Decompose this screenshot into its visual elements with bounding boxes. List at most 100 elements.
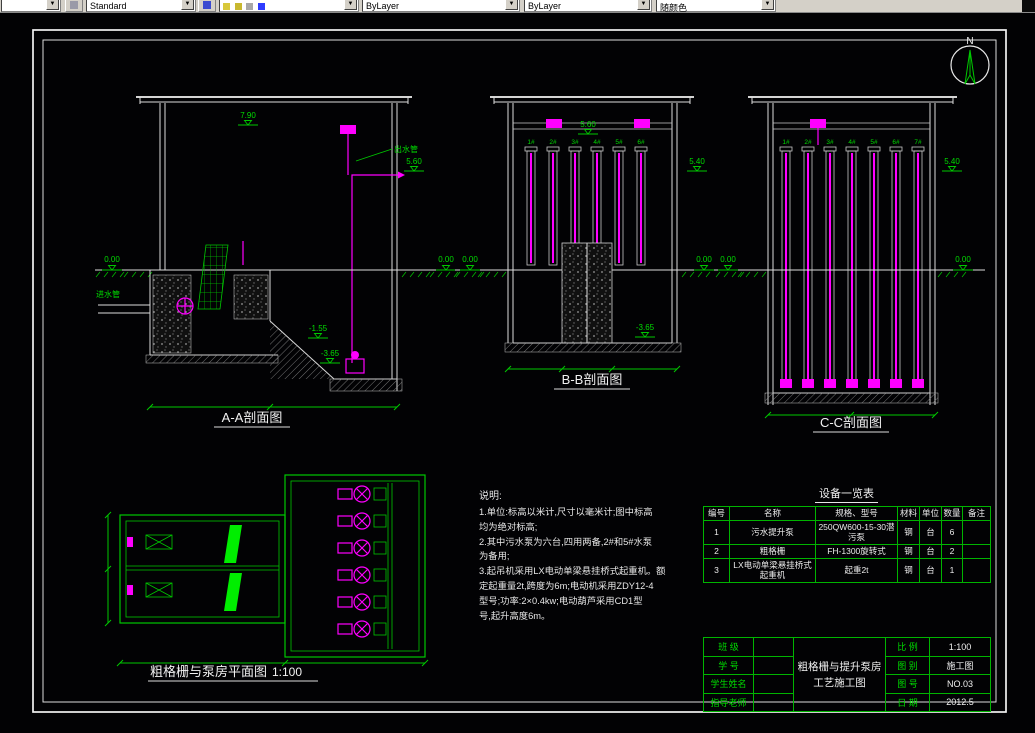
cc-tube[interactable]: 2# xyxy=(801,139,815,388)
drawing-title: 粗格栅与提升泵房 工艺施工图 xyxy=(793,637,886,712)
equip-cell: 钢 xyxy=(897,543,920,559)
pump-plan[interactable] xyxy=(337,512,387,530)
note-line: 号,起升高度6m。 xyxy=(479,610,551,621)
cc-tube[interactable]: 7# xyxy=(911,139,925,388)
chevron-down-icon: ▼ xyxy=(505,0,518,10)
toolbar-icon-button[interactable] xyxy=(65,0,83,12)
bb-tube[interactable]: 5# xyxy=(612,139,626,266)
bb-tube[interactable]: 6# xyxy=(634,139,648,266)
pump-section xyxy=(345,358,365,374)
tube-number: 2# xyxy=(804,139,812,146)
color-combo[interactable]: ByLayer ▼ xyxy=(362,0,520,12)
equip-cell: 起重2t xyxy=(815,557,898,583)
equipment-table-block: 设备一览表 编号 名称 规格、型号 材料 单位 数量 备注 1 污水提升泵 25… xyxy=(703,484,991,583)
title-block-label: 比 例 xyxy=(885,637,930,657)
outlet-pipe-label: 出水管 xyxy=(394,144,418,154)
equip-cell: 1 xyxy=(941,557,963,583)
title-block-label: 日 期 xyxy=(885,692,930,712)
cc-tube[interactable]: 6# xyxy=(889,139,903,388)
style-combo-value: Standard xyxy=(90,1,127,11)
bar-screen xyxy=(224,573,242,611)
signature-cell xyxy=(753,674,794,694)
pump-plan[interactable] xyxy=(337,485,387,503)
equip-cell: 台 xyxy=(919,557,942,583)
drawing-title-line1: 粗格栅与提升泵房 xyxy=(797,660,882,673)
note-line: 1.单位:标高以米计,尺寸以毫米计;图中标高 xyxy=(479,507,653,517)
elevation-label: 5.40 xyxy=(689,157,705,166)
toolbar-icon-button[interactable] xyxy=(198,0,216,12)
elevation-label: 0.00 xyxy=(462,255,478,264)
equip-cell xyxy=(962,519,991,545)
equipment-table-title: 设备一览表 xyxy=(703,484,990,503)
title-block-label: 学 号 xyxy=(703,655,754,675)
layer-combo[interactable]: ▼ xyxy=(219,0,359,12)
linetype-combo[interactable]: ByLayer ▼ xyxy=(524,0,652,12)
pump-plan[interactable] xyxy=(337,593,387,611)
note-line: 型号;功率:2×0.4kw;电动葫芦采用CD1型 xyxy=(479,595,643,606)
equip-cell xyxy=(962,543,991,559)
tube-number: 6# xyxy=(637,139,645,146)
bb-tube[interactable]: 1# xyxy=(524,139,538,266)
bar-screen xyxy=(224,525,242,563)
tube-number: 1# xyxy=(782,139,790,146)
cad-canvas[interactable]: 出水管 5.60 7.90 0.00 0.00 进水管 -1.55 -3.65 … xyxy=(0,13,1035,733)
equip-cell: 1 xyxy=(703,519,730,545)
equip-cell: 6 xyxy=(941,519,963,545)
pump-plan[interactable] xyxy=(337,566,387,584)
equip-header: 材料 xyxy=(897,506,920,521)
equip-cell: 钢 xyxy=(897,557,920,583)
elevation-label: 0.00 xyxy=(696,255,712,264)
plan-scale: 1:100 xyxy=(272,665,302,679)
cc-tube[interactable]: 3# xyxy=(823,139,837,388)
elevation-label: 7.90 xyxy=(240,111,256,120)
title-block-label: 图 号 xyxy=(885,674,930,694)
equip-header: 编号 xyxy=(703,506,730,521)
cc-tube[interactable]: 4# xyxy=(845,139,859,388)
cc-tube[interactable]: 5# xyxy=(867,139,881,388)
tube-number: 3# xyxy=(571,139,579,146)
section-aa-drawing[interactable]: 出水管 5.60 7.90 0.00 0.00 进水管 -1.55 -3.65 … xyxy=(95,96,468,428)
chevron-down-icon: ▼ xyxy=(181,0,194,10)
tube-number: 6# xyxy=(892,139,900,146)
title-block: 班 级 粗格栅与提升泵房 工艺施工图 比 例 1:100 学 号 图 别 施工图… xyxy=(703,637,991,712)
notes-title: 说明: xyxy=(479,491,502,502)
bb-tube[interactable]: 2# xyxy=(546,139,560,266)
equip-cell: FH-1300旋转式 xyxy=(815,543,898,559)
chevron-down-icon: ▼ xyxy=(344,0,357,10)
equip-cell: 钢 xyxy=(897,519,920,545)
equip-header: 单位 xyxy=(919,506,942,521)
plan-view-drawing[interactable]: 粗格栅与泵房平面图 1:100 xyxy=(104,474,429,682)
pump-plan[interactable] xyxy=(337,620,387,638)
title-block-value: 2012.5 xyxy=(929,692,991,712)
north-arrow[interactable]: N xyxy=(950,36,990,85)
equip-header: 备注 xyxy=(962,506,991,521)
equip-header: 名称 xyxy=(729,506,816,521)
pump-plan[interactable] xyxy=(337,539,387,557)
chevron-down-icon: ▼ xyxy=(637,0,650,10)
cc-tube[interactable]: 1# xyxy=(779,139,793,388)
lineweight-combo[interactable]: 随颜色 ▼ xyxy=(656,0,776,12)
elevation-label: 0.00 xyxy=(720,255,736,264)
section-bb-drawing[interactable]: 5.60 5.40 1# 2# 3# 4# 5# 6# 0.00 0.00 -3… xyxy=(455,96,722,390)
equip-cell: 粗格栅 xyxy=(729,543,816,559)
text-style-combo[interactable]: Standard ▼ xyxy=(86,0,196,12)
elevation-label: 0.00 xyxy=(955,255,971,264)
equipment-table: 编号 名称 规格、型号 材料 单位 数量 备注 1 污水提升泵 250QW600… xyxy=(703,506,991,583)
section-cc-drawing[interactable]: 5.40 1# 2# 3# 4# 5# 6# 7# 0.00 0.00 C-C剖… xyxy=(715,96,985,433)
section-cc-label: C-C剖面图 xyxy=(820,415,882,430)
equip-cell: 2 xyxy=(941,543,963,559)
bar-screen-section xyxy=(197,244,229,310)
workspace-combo[interactable]: ▼ xyxy=(1,0,61,12)
elevation-label: -3.65 xyxy=(636,323,655,332)
linetype-combo-value: ByLayer xyxy=(528,1,562,11)
note-line: 为备用; xyxy=(479,551,510,562)
tube-number: 4# xyxy=(848,139,856,146)
note-line: 定起重量2t,跨度为6m;电动机采用ZDY12-4 xyxy=(479,580,654,591)
elevation-label: 0.00 xyxy=(438,255,454,264)
inlet-pipe-label: 进水管 xyxy=(96,289,120,299)
equip-header: 规格、型号 xyxy=(815,506,898,521)
title-block-label: 指导老师 xyxy=(703,692,754,712)
section-bb-label: B-B剖面图 xyxy=(562,372,623,387)
tube-number: 2# xyxy=(549,139,557,146)
equip-cell: 污水提升泵 xyxy=(729,519,816,545)
